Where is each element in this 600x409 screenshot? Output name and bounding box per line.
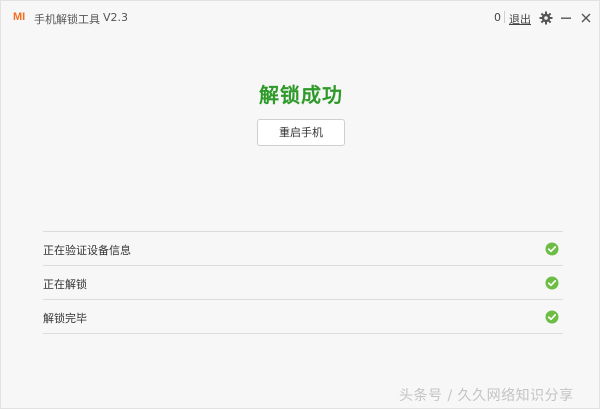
account-id-text: 0 — [494, 11, 501, 24]
account-id-blur — [437, 11, 495, 25]
progress-step-list: 正在验证设备信息 正在解锁 解锁完毕 — [43, 231, 563, 334]
app-title: 手机解锁工具 — [34, 13, 100, 26]
title-bar: MI 手机解锁工具 V2.3 0 退出 — [1, 1, 600, 31]
app-version: V2.3 — [103, 11, 129, 24]
close-icon[interactable] — [579, 10, 593, 24]
titlebar-divider — [504, 11, 505, 23]
logout-link[interactable]: 退出 — [509, 11, 531, 27]
step-label: 正在验证设备信息 — [43, 244, 131, 257]
step-label: 正在解锁 — [43, 278, 87, 291]
step-row: 解锁完毕 — [43, 299, 563, 334]
checkmark-icon — [545, 241, 559, 256]
checkmark-icon — [545, 275, 559, 290]
app-window: MI 手机解锁工具 V2.3 0 退出 解锁成功 重启手机 正在验证设备信息 正… — [0, 0, 600, 409]
checkmark-icon — [545, 309, 559, 324]
restart-phone-button[interactable]: 重启手机 — [257, 119, 345, 146]
step-row: 正在解锁 — [43, 265, 563, 299]
mi-logo: MI — [13, 11, 26, 23]
watermark-text: 头条号 / 久久网络知识分享 — [399, 388, 574, 404]
settings-gear-icon[interactable] — [539, 10, 553, 25]
unlock-success-headline: 解锁成功 — [259, 83, 343, 107]
step-row: 正在验证设备信息 — [43, 231, 563, 265]
account-id: 0 — [437, 11, 501, 25]
step-label: 解锁完毕 — [43, 312, 87, 325]
minimize-icon[interactable] — [559, 10, 573, 24]
